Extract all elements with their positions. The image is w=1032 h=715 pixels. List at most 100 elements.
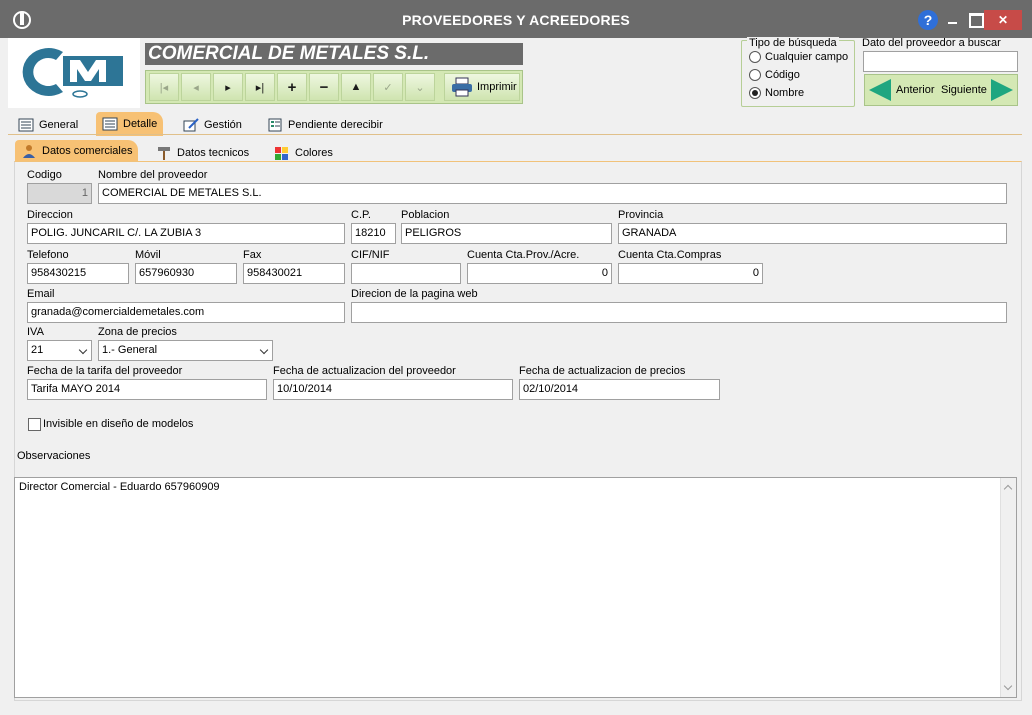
cif-label: CIF/NIF [351, 249, 390, 261]
search-type-legend: Tipo de búsqueda [747, 37, 839, 49]
observaciones-textarea[interactable]: Director Comercial - Eduardo 657960909 [14, 477, 1017, 698]
fax-label: Fax [243, 249, 262, 261]
logo-icon [22, 48, 123, 98]
act-precios-label: Fecha de actualizacion de precios [519, 365, 686, 377]
minimize-button[interactable] [944, 10, 962, 28]
prev-record-button[interactable]: ◂ [181, 73, 211, 101]
search-type-group: Tipo de búsqueda Cualquier campo Código … [741, 37, 855, 107]
radio-code[interactable]: Código [749, 69, 800, 81]
chevron-down-icon [78, 345, 88, 355]
arrow-right-icon [991, 79, 1013, 101]
observaciones-text: Director Comercial - Eduardo 657960909 [19, 481, 220, 493]
prev-button[interactable]: Anterior [896, 84, 935, 96]
codigo-field[interactable]: 1 [27, 183, 92, 204]
zona-value: 1.- General [102, 344, 158, 356]
subtab-datos-comerciales[interactable]: Datos comerciales [15, 140, 139, 162]
print-label: Imprimir [477, 81, 517, 93]
cp-field[interactable]: 18210 [351, 223, 396, 244]
radio-dot [749, 69, 761, 81]
list-icon [268, 118, 282, 132]
cuenta-compras-field[interactable]: 0 [618, 263, 763, 284]
form-icon [18, 118, 34, 132]
scroll-up-icon[interactable] [1003, 484, 1013, 494]
edit-icon [183, 118, 199, 132]
record-toolbar: |◂ ◂ ▸ ▸| + − ▲ ✓ ⌄ Imprimir [145, 70, 523, 104]
search-input[interactable] [863, 51, 1018, 72]
tab-label: Datos comerciales [42, 145, 133, 157]
save-record-button[interactable]: ✓ [373, 73, 403, 101]
zona-select[interactable]: 1.- General [98, 340, 273, 361]
tarifa-label: Fecha de la tarifa del proveedor [27, 365, 183, 377]
iva-select[interactable]: 21 [27, 340, 92, 361]
fax-field[interactable]: 958430021 [243, 263, 345, 284]
person-icon [23, 145, 35, 158]
printer-icon [452, 77, 472, 97]
poblacion-label: Poblacion [401, 209, 450, 221]
tab-label: Pendiente derecibir [288, 119, 383, 131]
iva-value: 21 [31, 344, 44, 356]
form-icon [102, 117, 118, 131]
invisible-label: Invisible en diseño de modelos [43, 418, 194, 430]
tab-label: Detalle [123, 118, 158, 130]
observaciones-label: Observaciones [17, 450, 91, 462]
cif-field[interactable] [351, 263, 461, 284]
act-prov-label: Fecha de actualizacion del proveedor [273, 365, 456, 377]
tab-pendiente[interactable]: Pendiente derecibir [261, 114, 389, 136]
first-record-button[interactable]: |◂ [149, 73, 179, 101]
app-icon[interactable] [12, 10, 32, 30]
act-precios-field[interactable]: 02/10/2014 [519, 379, 720, 400]
radio-dot-selected [749, 87, 761, 99]
tab-general[interactable]: General [12, 114, 84, 136]
cuenta-compras-label: Cuenta Cta.Compras [618, 249, 722, 261]
radio-dot [749, 51, 761, 63]
vertical-scrollbar[interactable] [1000, 478, 1016, 697]
tab-label: Datos tecnicos [177, 147, 250, 159]
cuenta-prov-label: Cuenta Cta.Prov./Acre. [467, 249, 580, 261]
close-button[interactable]: ✕ [984, 10, 1022, 30]
invisible-checkbox[interactable] [28, 418, 41, 431]
radio-label: Nombre [765, 87, 805, 99]
title-bar: PROVEEDORES Y ACREEDORES [0, 0, 1032, 38]
tab-detalle[interactable]: Detalle [96, 112, 164, 136]
movil-field[interactable]: 657960930 [135, 263, 237, 284]
add-record-button[interactable]: + [277, 73, 307, 101]
radio-label: Cualquier campo [765, 51, 849, 63]
web-field[interactable] [351, 302, 1007, 323]
tab-gestion[interactable]: Gestión [177, 114, 248, 136]
zona-label: Zona de precios [98, 326, 177, 338]
edit-record-button[interactable]: ▲ [341, 73, 371, 101]
prev-next-group: Anterior Siguiente [864, 74, 1018, 106]
movil-label: Móvil [135, 249, 161, 261]
web-label: Direcion de la pagina web [351, 288, 478, 300]
cp-label: C.P. [351, 209, 371, 221]
scroll-down-icon[interactable] [1003, 681, 1013, 691]
poblacion-field[interactable]: PELIGROS [401, 223, 612, 244]
nombre-field[interactable]: COMERCIAL DE METALES S.L. [98, 183, 1007, 204]
tab-label: General [39, 119, 79, 131]
email-field[interactable]: granada@comercialdemetales.com [27, 302, 345, 323]
cancel-record-button[interactable]: ⌄ [405, 73, 435, 101]
palette-icon [275, 147, 288, 160]
next-button[interactable]: Siguiente [941, 84, 987, 96]
delete-record-button[interactable]: − [309, 73, 339, 101]
cuenta-prov-field[interactable]: 0 [467, 263, 612, 284]
radio-any-field[interactable]: Cualquier campo [749, 51, 848, 63]
tarifa-field[interactable]: Tarifa MAYO 2014 [27, 379, 267, 400]
iva-label: IVA [27, 326, 44, 338]
tools-icon [158, 147, 170, 160]
help-icon[interactable]: ? [918, 10, 938, 30]
maximize-button[interactable] [966, 10, 984, 28]
radio-name[interactable]: Nombre [749, 87, 804, 99]
codigo-label: Codigo [27, 169, 62, 181]
next-record-button[interactable]: ▸ [213, 73, 243, 101]
radio-label: Código [765, 69, 800, 81]
provincia-field[interactable]: GRANADA [618, 223, 1007, 244]
direccion-label: Direccion [27, 209, 73, 221]
act-prov-field[interactable]: 10/10/2014 [273, 379, 513, 400]
direccion-field[interactable]: POLIG. JUNCARIL C/. LA ZUBIA 3 [27, 223, 345, 244]
telefono-field[interactable]: 958430215 [27, 263, 129, 284]
nombre-label: Nombre del proveedor [98, 169, 208, 181]
last-record-button[interactable]: ▸| [245, 73, 275, 101]
chevron-down-icon [259, 345, 269, 355]
print-button[interactable]: Imprimir [444, 73, 520, 101]
